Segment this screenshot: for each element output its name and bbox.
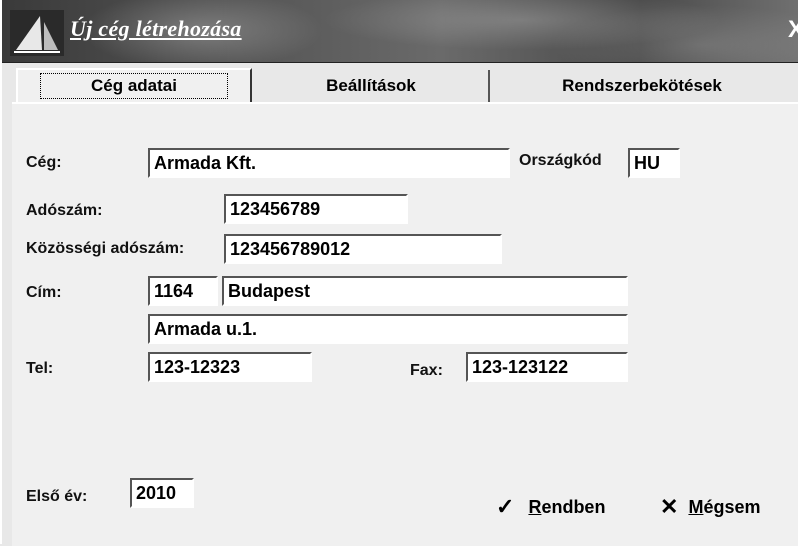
x-icon: ✕ [660, 494, 679, 519]
city-field[interactable]: Budapest [222, 276, 628, 306]
phone-field[interactable]: 123-12323 [148, 352, 312, 382]
title-bar[interactable]: Új cég létrehozása X [2, 0, 798, 63]
tab-label: Beállítások [326, 76, 416, 95]
address-label: Cím: [26, 284, 62, 301]
cancel-button-label: Mégsem [688, 496, 761, 517]
tab-company-data[interactable]: Cég adatai [16, 68, 252, 102]
eu-tax-number-field[interactable]: 123456789012 [224, 234, 502, 264]
cancel-button[interactable]: ✕ Mégsem [660, 494, 760, 520]
company-label: Cég: [26, 154, 62, 171]
ok-button-label: Rendben [528, 496, 606, 517]
sail-logo-icon [10, 10, 64, 56]
fax-field[interactable]: 123-123122 [466, 352, 628, 382]
fax-label: Fax: [410, 362, 443, 379]
tab-settings[interactable]: Beállítások [254, 70, 490, 102]
window-title: Új cég létrehozása [70, 16, 242, 41]
ok-button[interactable]: ✓ Rendben [496, 494, 605, 520]
country-code-label: Országkód [519, 152, 602, 169]
first-year-label: Első év: [26, 488, 88, 505]
tax-number-label: Adószám: [26, 202, 103, 219]
country-code-field[interactable]: HU [628, 148, 680, 178]
first-year-field[interactable]: 2010 [130, 478, 194, 508]
close-icon[interactable]: X [788, 16, 798, 44]
street-field[interactable]: Armada u.1. [148, 314, 628, 344]
tab-label: Cég adatai [40, 73, 228, 99]
tab-system-connections[interactable]: Rendszerbekötések [492, 70, 792, 102]
tab-label: Rendszerbekötések [562, 76, 722, 95]
dialog-window: Új cég létrehozása X Cég adatai Beállítá… [0, 0, 798, 546]
tax-number-field[interactable]: 123456789 [224, 194, 408, 224]
checkmark-icon: ✓ [496, 494, 515, 519]
zip-code-field[interactable]: 1164 [148, 276, 218, 306]
tab-bar: Cég adatai Beállítások Rendszerbekötések [2, 64, 798, 104]
company-name-field[interactable]: Armada Kft. [148, 148, 510, 178]
phone-label: Tel: [26, 360, 54, 377]
eu-tax-number-label: Közösségi adószám: [26, 240, 185, 257]
